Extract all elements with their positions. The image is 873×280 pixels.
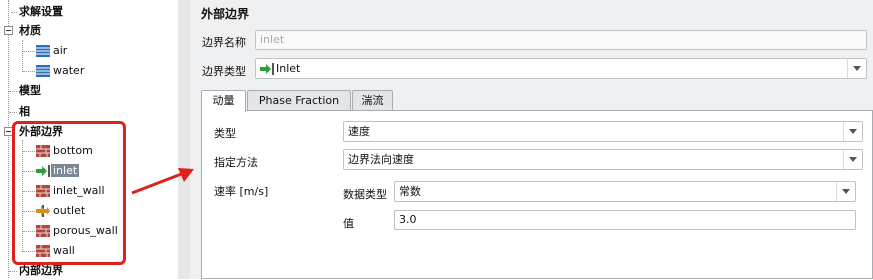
chevron-down-icon[interactable] [843,150,862,169]
pane-splitter[interactable] [178,0,190,279]
tree-connector [9,91,17,92]
data-type-value: 常数 [399,185,421,198]
data-type-label: 数据类型 [343,188,387,201]
material-grid-icon [36,65,50,77]
tree-item-material-air[interactable]: air [53,42,67,60]
tree-connector [22,40,23,72]
boundary-name-field[interactable]: inlet [255,30,867,50]
boundary-type-value: Inlet [276,62,301,75]
tree-item-material-water[interactable]: water [53,62,84,80]
tree-item-solver-settings[interactable]: 求解设置 [19,3,63,21]
tree-item-model-label: 模型 [19,84,41,97]
type-value: 速度 [348,125,370,138]
method-value: 边界法向速度 [348,153,414,166]
value-field[interactable]: 3.0 [394,210,856,230]
collapse-toggle-material[interactable] [4,26,13,35]
rate-label: 速率 [m/s] [214,185,269,198]
boundary-properties-panel: 外部边界 边界名称 inlet 边界类型 Inlet 动量 Phase Frac… [190,0,873,279]
tree-item-model[interactable]: 模型 [19,82,41,100]
tree-item-solver-settings-label: 求解设置 [19,5,63,18]
chevron-down-icon[interactable] [847,59,866,78]
boundary-name-label: 边界名称 [202,36,246,49]
tab-turbulence[interactable]: 湍流 [352,90,393,111]
tree-connector [11,12,17,13]
tree-item-phase[interactable]: 相 [19,103,30,121]
tree-item-internal-boundaries-label: 内部边界 [19,264,63,277]
type-select[interactable]: 速度 [343,121,863,142]
case-tree: 求解设置 材质 air water 模型 相 外部边界 bottom inlet… [0,0,176,279]
boundary-type-label: 边界类型 [202,65,246,78]
tree-item-phase-label: 相 [19,105,30,118]
tree-item-material-label: 材质 [19,24,41,37]
tree-connector [9,271,17,272]
chevron-down-icon[interactable] [836,182,855,201]
data-type-select[interactable]: 常数 [394,181,856,202]
method-select[interactable]: 边界法向速度 [343,149,863,170]
tree-connector [23,71,35,72]
chevron-down-icon[interactable] [843,122,862,141]
inlet-arrow-icon [260,62,274,81]
method-label: 指定方法 [214,156,258,169]
highlight-box [12,121,126,265]
value-label: 值 [343,217,354,230]
tree-item-label: air [53,44,68,57]
tree-root-line [8,0,9,278]
tree-connector [9,112,17,113]
tab-momentum[interactable]: 动量 [201,90,246,112]
tree-item-material[interactable]: 材质 [19,22,41,40]
boundary-type-select[interactable]: Inlet [255,58,867,79]
tab-content-momentum: 类型 速度 指定方法 边界法向速度 速率 [m/s] 数据类型 常数 值 3.0 [201,110,873,279]
tree-connector [23,51,35,52]
type-label: 类型 [214,127,236,140]
tab-phase-fraction[interactable]: Phase Fraction [247,90,351,111]
annotation-arrow-icon [131,168,194,195]
material-grid-icon [36,45,50,57]
panel-title: 外部边界 [201,7,250,21]
tree-item-label: water [53,64,85,77]
